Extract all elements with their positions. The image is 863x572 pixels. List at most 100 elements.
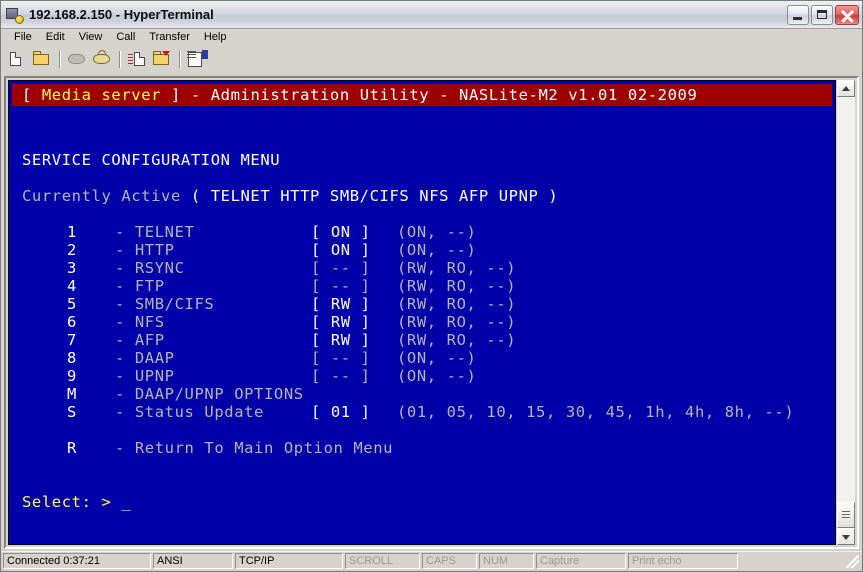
resize-grip-icon[interactable] (844, 553, 860, 569)
terminal-body: SERVICE CONFIGURATION MENU Currently Act… (22, 133, 831, 542)
menu-row[interactable]: 7 - AFP [ RW ] (RW, RO, --) (22, 331, 831, 349)
menu-row[interactable]: 5 - SMB/CIFS [ RW ] (RW, RO, --) (22, 295, 831, 313)
menu-row[interactable]: 3 - RSYNC [ -- ] (RW, RO, --) (22, 259, 831, 277)
toolbar-separator (59, 51, 61, 68)
header-bracket-close: ] (161, 86, 191, 104)
header-subtitle: - Administration Utility - NASLite-M2 v1… (190, 86, 698, 104)
select-prompt[interactable]: Select: > _ (22, 493, 831, 511)
status-capture[interactable]: Capture (536, 553, 626, 569)
menu-label: - DAAP (115, 349, 175, 367)
menu-row[interactable]: M - DAAP/UPNP OPTIONS (22, 385, 831, 403)
new-connection-icon[interactable] (5, 48, 29, 71)
status-bar: Connected 0:37:21 ANSI TCP/IP SCROLL CAP… (1, 551, 862, 571)
menu-label: - DAAP/UPNP OPTIONS (115, 385, 304, 403)
menu-state: [ ON ] (311, 241, 371, 259)
menu-key: 8 (67, 349, 77, 367)
menu-options: (ON, --) (397, 223, 477, 241)
menu-key: S (67, 403, 77, 421)
toolbar-separator (179, 51, 181, 68)
send-file-icon[interactable] (125, 48, 149, 71)
terminal-scrollbar[interactable] (836, 80, 855, 545)
menu-state (311, 385, 397, 403)
menu-state: [ -- ] (311, 259, 371, 277)
status-print-echo[interactable]: Print echo (628, 553, 738, 569)
menu-label: - NFS (115, 313, 165, 331)
menu-key: 9 (67, 367, 77, 385)
prompt-cursor: _ (121, 493, 132, 511)
section-heading: SERVICE CONFIGURATION MENU (22, 151, 281, 169)
scroll-up-icon[interactable] (837, 80, 855, 97)
status-connection: Connected 0:37:21 (3, 553, 151, 569)
menu-item-edit[interactable]: Edit (39, 30, 72, 45)
menu-row-return[interactable]: R - Return To Main Option Menu (22, 439, 831, 457)
menu-key: 7 (67, 331, 77, 349)
status-caps[interactable]: CAPS (422, 553, 477, 569)
menu-options: (RW, RO, --) (397, 259, 517, 277)
menu-state: [ -- ] (311, 277, 371, 295)
menu-label: - RSYNC (115, 259, 185, 277)
currently-active-label: Currently Active (22, 187, 191, 205)
menu-key: 3 (67, 259, 77, 277)
menu-label: - UPNP (115, 367, 175, 385)
menu-row[interactable]: 8 - DAAP [ -- ] (ON, --) (22, 349, 831, 367)
scrollbar-track[interactable] (837, 97, 855, 528)
currently-active-line: Currently Active ( TELNET HTTP SMB/CIFS … (22, 187, 831, 205)
header-bracket-open: [ (22, 86, 42, 104)
menu-state: [ RW ] (311, 313, 371, 331)
menu-key: 2 (67, 241, 77, 259)
menu-state: [ -- ] (311, 349, 371, 367)
menu-row[interactable]: 1 - TELNET [ ON ] (ON, --) (22, 223, 831, 241)
status-num[interactable]: NUM (479, 553, 534, 569)
window-controls (787, 4, 859, 25)
menu-key: 4 (67, 277, 77, 295)
menu-row[interactable]: 9 - UPNP [ -- ] (ON, --) (22, 367, 831, 385)
menu-label: - TELNET (115, 223, 195, 241)
menu-key: 1 (67, 223, 77, 241)
disconnect-icon[interactable] (65, 48, 89, 71)
menu-row[interactable]: 2 - HTTP [ ON ] (ON, --) (22, 241, 831, 259)
open-folder-icon[interactable] (30, 48, 54, 71)
title-bar: 192.168.2.150 - HyperTerminal (1, 1, 862, 29)
menu-row[interactable]: 4 - FTP [ -- ] (RW, RO, --) (22, 277, 831, 295)
menu-item-help[interactable]: Help (197, 30, 234, 45)
status-protocol: TCP/IP (235, 553, 343, 569)
menu-label: - Return To Main Option Menu (115, 439, 394, 457)
menu-options: (ON, --) (397, 367, 477, 385)
receive-file-icon[interactable] (150, 48, 174, 71)
modem-icon (6, 6, 24, 24)
menu-row[interactable]: S - Status Update [ 01 ] (01, 05, 10, 15… (22, 403, 831, 421)
properties-icon[interactable] (185, 48, 209, 71)
hyperterminal-window: 192.168.2.150 - HyperTerminal File Edit … (0, 0, 863, 572)
menu-state: [ ON ] (311, 223, 371, 241)
terminal-frame: [ Media server ] - Administration Utilit… (4, 76, 859, 549)
menu-item-transfer[interactable]: Transfer (142, 30, 197, 45)
menu-options: (RW, RO, --) (397, 331, 517, 349)
menu-options: (01, 05, 10, 15, 30, 45, 1h, 4h, 8h, --) (397, 403, 795, 421)
call-icon[interactable] (90, 48, 114, 71)
menu-key: 6 (67, 313, 77, 331)
menu-item-call[interactable]: Call (109, 30, 142, 45)
toolbar-separator (119, 51, 121, 68)
minimize-button[interactable] (787, 4, 809, 25)
menu-options: (RW, RO, --) (397, 295, 517, 313)
currently-active-services: ( TELNET HTTP SMB/CIFS NFS AFP UPNP ) (190, 187, 559, 205)
terminal-header-bar: [ Media server ] - Administration Utilit… (12, 84, 832, 106)
menu-row[interactable]: 6 - NFS [ RW ] (RW, RO, --) (22, 313, 831, 331)
menu-label: - FTP (115, 277, 165, 295)
terminal-screen[interactable]: [ Media server ] - Administration Utilit… (8, 80, 836, 545)
prompt-text: Select: > (22, 493, 122, 511)
close-button[interactable] (835, 4, 859, 25)
menu-state: [ -- ] (311, 367, 371, 385)
status-scroll[interactable]: SCROLL (345, 553, 420, 569)
menu-options: (ON, --) (397, 241, 477, 259)
maximize-button[interactable] (811, 4, 833, 25)
menu-item-file[interactable]: File (7, 30, 39, 45)
menu-item-view[interactable]: View (72, 30, 110, 45)
scroll-down-icon[interactable] (837, 528, 855, 545)
menu-key: M (67, 385, 77, 403)
menu-label: - AFP (115, 331, 165, 349)
menu-key: 5 (67, 295, 77, 313)
menu-state: [ 01 ] (311, 403, 371, 421)
scrollbar-thumb[interactable] (837, 502, 855, 528)
menu-label: - SMB/CIFS (115, 295, 215, 313)
